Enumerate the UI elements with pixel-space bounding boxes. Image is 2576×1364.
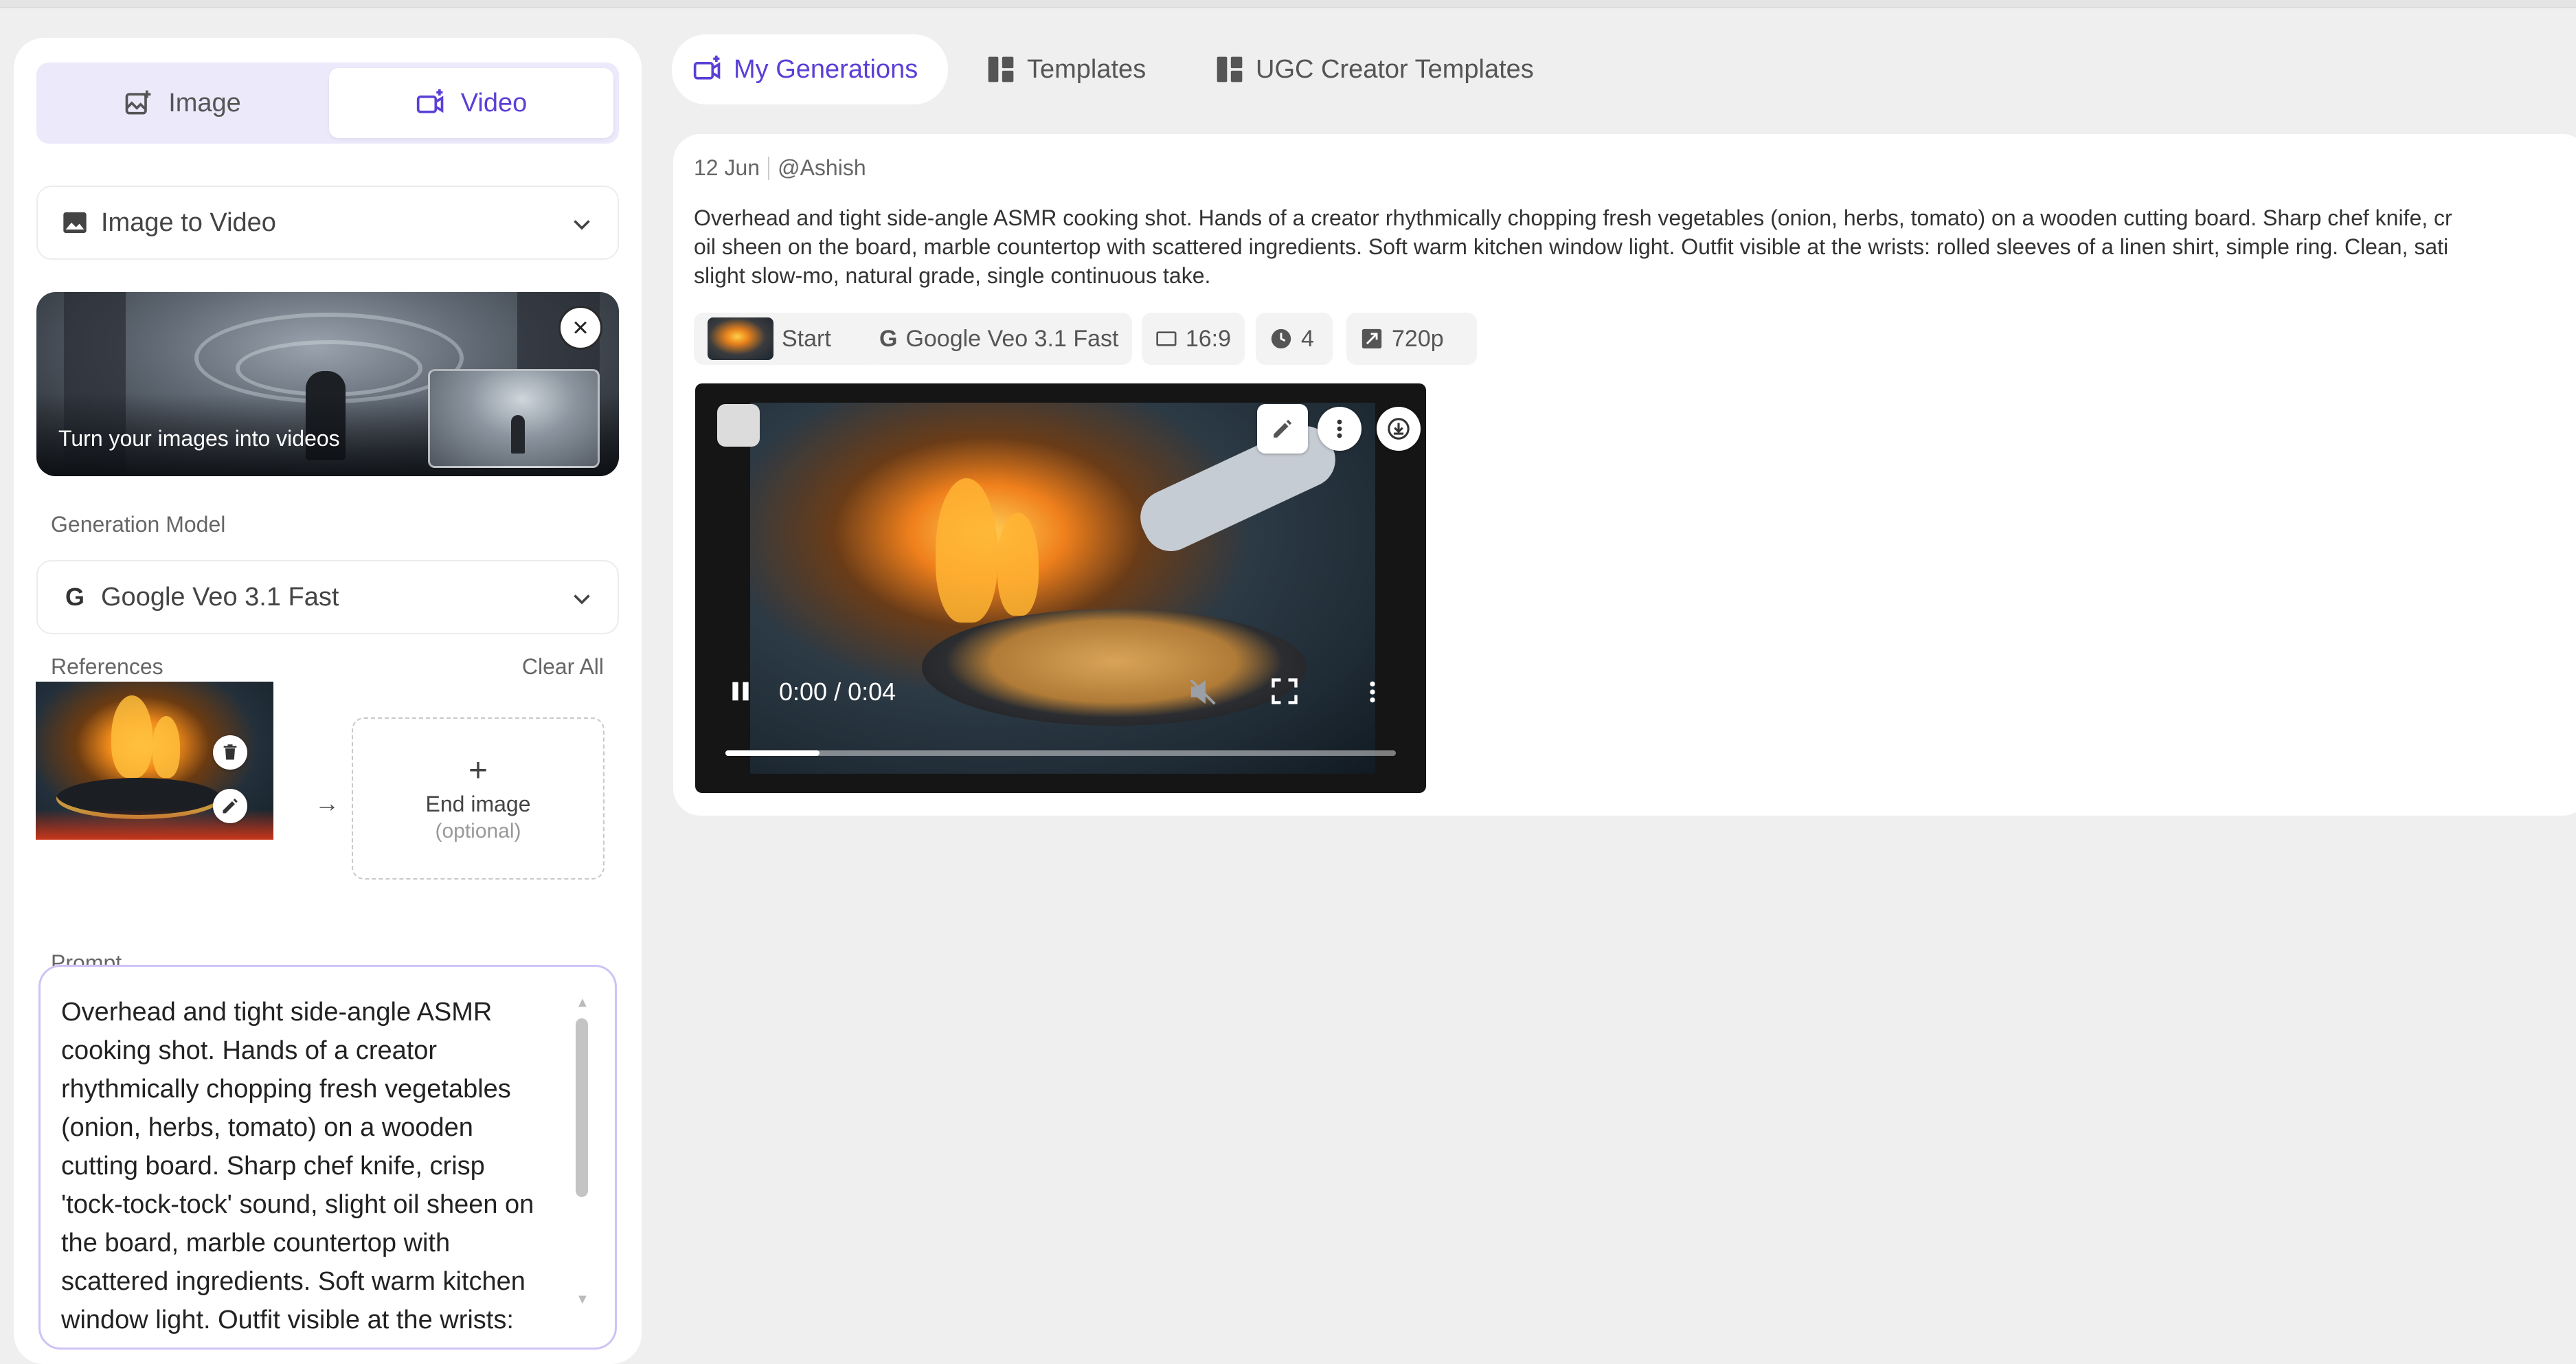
clock-icon: [1271, 328, 1291, 349]
delete-icon[interactable]: [213, 735, 247, 770]
top-border: [0, 0, 2576, 8]
end-image-dropzone[interactable]: + End image (optional): [352, 717, 605, 880]
scroll-down-icon[interactable]: ▼: [576, 1292, 589, 1308]
google-icon: G: [65, 583, 84, 611]
generation-description: Overhead and tight side-angle ASMR cooki…: [694, 203, 2576, 290]
image-mode-label: Image: [168, 88, 241, 118]
tab-templates[interactable]: Templates: [986, 34, 1146, 104]
description-line: Overhead and tight side-angle ASMR cooki…: [694, 205, 2452, 230]
description-line: oil sheen on the board, marble counterto…: [694, 234, 2449, 259]
generation-type-value: Image to Video: [101, 208, 276, 237]
chip-label: 720p: [1392, 325, 1444, 352]
end-image-hint: (optional): [435, 819, 521, 842]
resolution-chip: 720p: [1346, 313, 1477, 365]
google-icon: G: [879, 325, 898, 352]
banner-caption: Turn your images into videos: [58, 426, 340, 451]
description-line: slight slow-mo, natural grade, single co…: [694, 263, 1211, 288]
video-mode-label: Video: [460, 88, 528, 118]
plus-icon: +: [468, 752, 488, 789]
duration-chip: 4: [1256, 313, 1333, 365]
mute-icon[interactable]: [1187, 676, 1219, 708]
video-flame: [936, 478, 997, 623]
generation-date: 12 Jun: [694, 155, 760, 180]
prompt-scrollbar[interactable]: [576, 1018, 588, 1197]
start-frame-chip[interactable]: Start: [694, 313, 879, 365]
thumb-flame: [152, 716, 180, 778]
model-label: Generation Model: [51, 512, 226, 537]
aspect-ratio-chip: 16:9: [1142, 313, 1245, 365]
tab-my-generations[interactable]: My Generations: [672, 34, 948, 104]
arrow-right-icon: →: [315, 789, 339, 817]
fullscreen-icon[interactable]: [1269, 676, 1300, 706]
tab-ugc-creator-templates[interactable]: UGC Creator Templates: [1214, 34, 1534, 104]
mode-switch: Image Video: [36, 63, 619, 144]
tab-label: UGC Creator Templates: [1256, 54, 1534, 84]
video-plus-icon: [416, 89, 444, 113]
more-vertical-icon[interactable]: [1359, 676, 1386, 708]
generation-meta: 12 Jun @Ashish: [694, 155, 866, 181]
model-select[interactable]: G Google Veo 3.1 Fast: [36, 560, 619, 634]
image-icon: [61, 209, 89, 236]
references-label: References: [51, 654, 163, 679]
generation-user: @Ashish: [778, 155, 866, 180]
select-checkbox[interactable]: [717, 404, 760, 447]
layout-icon: [988, 56, 1014, 82]
video-time: 0:00 / 0:04: [779, 678, 896, 706]
model-value: Google Veo 3.1 Fast: [101, 582, 339, 612]
divider: [768, 156, 770, 180]
chip-label: 16:9: [1185, 325, 1231, 352]
download-icon[interactable]: [1377, 407, 1421, 451]
video-progress-fill: [725, 750, 820, 756]
image-plus-icon: [125, 90, 151, 115]
generation-type-select[interactable]: Image to Video: [36, 186, 619, 260]
layout-icon: [1217, 56, 1243, 82]
start-frame-thumbnail: [708, 317, 773, 360]
video-flame: [997, 513, 1039, 616]
thumb-flame: [111, 695, 152, 778]
chevron-down-icon: [574, 594, 590, 605]
pause-icon[interactable]: [727, 678, 754, 705]
edit-icon[interactable]: [1257, 404, 1308, 454]
model-chip: G Google Veo 3.1 Fast: [866, 313, 1132, 365]
chip-label: 4: [1301, 325, 1314, 352]
end-image-label: End image: [425, 791, 531, 816]
video-controls: 0:00 / 0:04: [695, 658, 1426, 741]
scroll-up-icon[interactable]: ▲: [576, 995, 589, 1011]
promo-banner[interactable]: Turn your images into videos ×: [36, 292, 619, 476]
video-plus-icon: [693, 55, 721, 80]
aspect-ratio-icon: [1156, 331, 1177, 346]
video-arm: [1131, 416, 1344, 561]
clear-all-button[interactable]: Clear All: [522, 654, 604, 680]
image-mode-button[interactable]: Image: [42, 68, 322, 138]
close-icon[interactable]: ×: [558, 306, 602, 350]
pencil-icon[interactable]: [213, 789, 247, 823]
expand-icon: [1362, 328, 1382, 349]
banner-preview-thumbnail: [428, 369, 600, 468]
video-progress-bar[interactable]: [725, 750, 1396, 756]
tab-label: Templates: [1027, 54, 1146, 84]
prompt-textarea[interactable]: Overhead and tight side-angle ASMR cooki…: [38, 965, 617, 1350]
tab-label: My Generations: [734, 54, 918, 84]
chip-label: Google Veo 3.1 Fast: [905, 325, 1119, 352]
video-player[interactable]: 0:00 / 0:04: [695, 383, 1426, 793]
video-mode-button[interactable]: Video: [329, 68, 613, 138]
chip-label: Start: [782, 325, 831, 352]
more-options-icon[interactable]: [1318, 407, 1362, 451]
chevron-down-icon: [574, 220, 590, 230]
